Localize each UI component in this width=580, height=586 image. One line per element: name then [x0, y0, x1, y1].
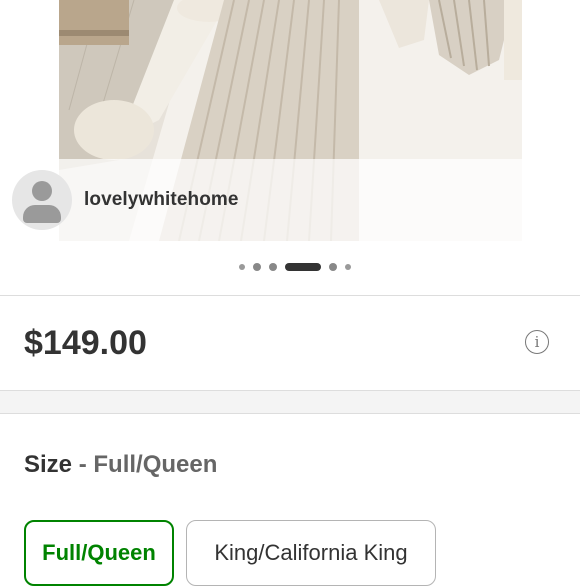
carousel-dot[interactable]: [253, 263, 261, 271]
carousel-dot[interactable]: [329, 263, 337, 271]
product-image-carousel[interactable]: lovelywhitehome: [0, 0, 580, 243]
size-option-king-california-king[interactable]: King/California King: [186, 520, 436, 586]
section-separator: [0, 391, 580, 413]
size-option-full-queen[interactable]: Full/Queen: [24, 520, 174, 586]
carousel-dot[interactable]: [239, 264, 245, 270]
size-label: Size: [24, 451, 73, 478]
photo-credit[interactable]: lovelywhitehome: [12, 170, 239, 230]
carousel-dot[interactable]: [345, 264, 351, 270]
carousel-pagination: [0, 263, 580, 271]
divider: [0, 413, 580, 414]
size-separator: -: [78, 451, 87, 478]
credit-username[interactable]: lovelywhitehome: [84, 189, 239, 211]
user-placeholder-icon: [12, 170, 72, 230]
carousel-dot-active[interactable]: [285, 263, 321, 271]
size-selected-value: Full/Queen: [93, 451, 218, 478]
size-heading: Size - Full/Queen: [24, 451, 217, 479]
price-section: $149.00 i: [0, 296, 580, 390]
size-option-label: Full/Queen: [42, 540, 156, 565]
product-price: $149.00: [24, 324, 147, 362]
info-icon[interactable]: i: [525, 330, 549, 354]
size-option-label: King/California King: [214, 540, 408, 565]
carousel-dot[interactable]: [269, 263, 277, 271]
